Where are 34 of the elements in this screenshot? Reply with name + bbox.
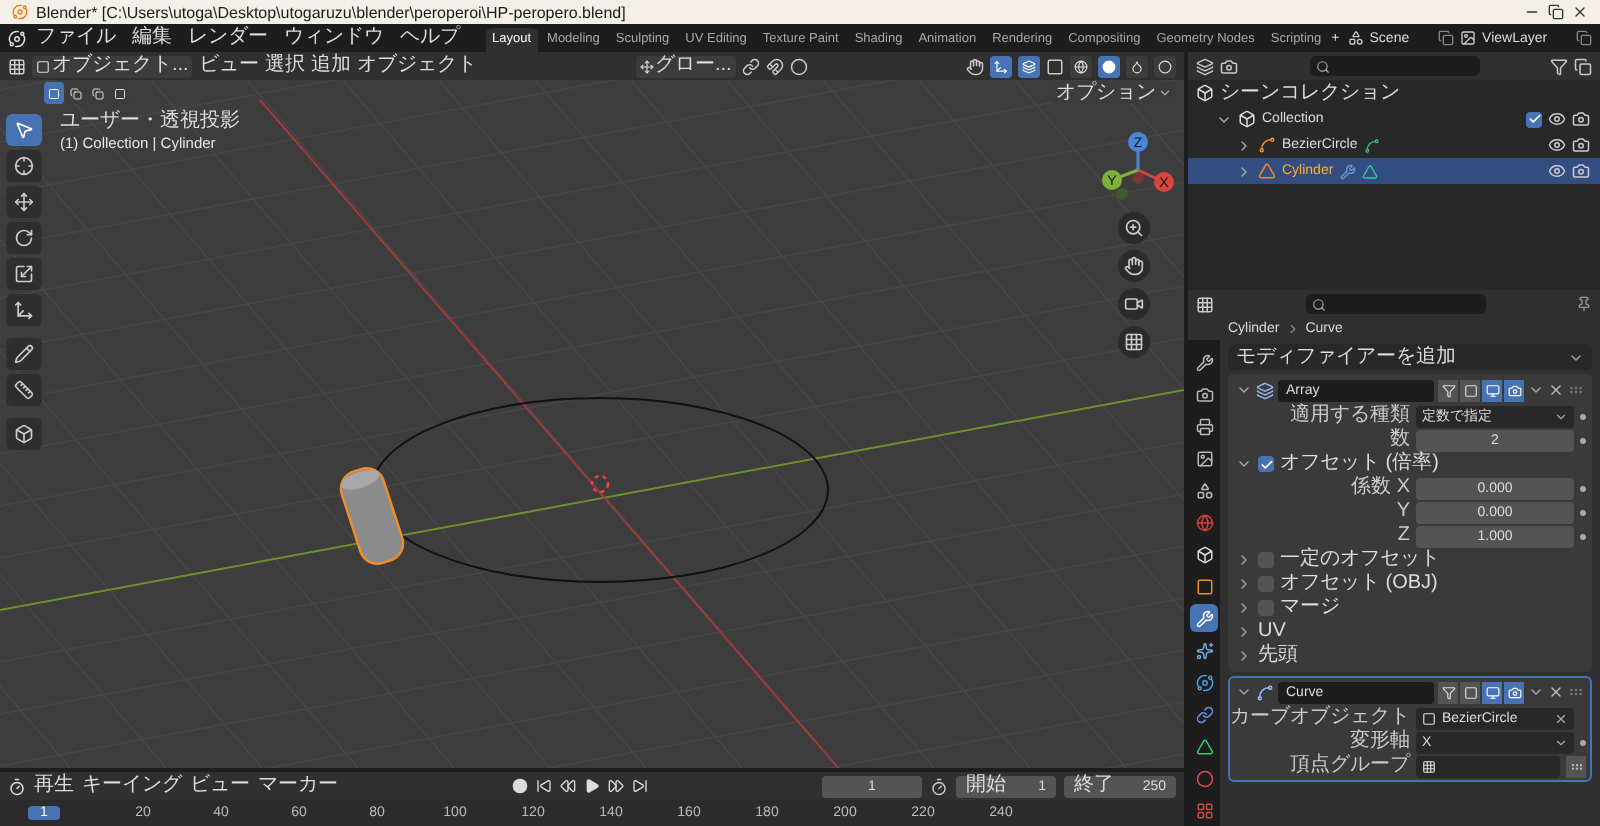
subpanel-title[interactable]: 一定のオフセット: [1280, 548, 1440, 572]
menu-item[interactable]: 追加: [310, 54, 351, 78]
field-label: 頂点グループ: [1288, 754, 1410, 778]
field-label: 数: [1388, 428, 1410, 451]
field-label: 適用する種類: [1288, 404, 1410, 428]
menu-item[interactable]: ウィンドウ: [278, 24, 390, 52]
subpanel-title[interactable]: オフセット (OBJ): [1280, 572, 1438, 596]
menu-item[interactable]: オブジェクト: [356, 54, 477, 78]
menu-item[interactable]: ヘルプ: [394, 24, 466, 52]
menu-item[interactable]: キーイング: [82, 774, 182, 798]
subpanel-title[interactable]: 先頭: [1258, 644, 1298, 668]
menu-item[interactable]: ビュー: [190, 774, 250, 798]
orientation-dropdown[interactable]: グロー...: [635, 55, 736, 77]
subpanel-title[interactable]: オフセット (倍率): [1280, 452, 1439, 476]
subpanel-title[interactable]: UV: [1258, 620, 1286, 644]
field-label: カーブオブジェクト: [1230, 706, 1410, 729]
item-label: シーンコレクション: [1220, 81, 1400, 105]
menu-item[interactable]: 選択: [264, 54, 305, 78]
menu-item[interactable]: 編集: [126, 24, 178, 52]
menu-item[interactable]: レンダー: [182, 24, 274, 52]
add-modifier-dropdown[interactable]: モディファイアーを追加: [1228, 344, 1592, 370]
outliner-row[interactable]: シーンコレクション: [1188, 80, 1600, 106]
field-label: Y: [1394, 500, 1410, 524]
menu-item[interactable]: ファイル: [30, 24, 122, 52]
mode-dropdown[interactable]: オブジェクト...: [32, 55, 193, 77]
field-label: Z: [1395, 524, 1410, 548]
menu-item[interactable]: 再生: [34, 774, 74, 798]
window-title: Blender* [C:\Users\utoga\Desktop\utogaruzu\blender\peroperoi\HP-peropero.blend]: [36, 3, 626, 21]
field-label: 変形軸: [1348, 730, 1410, 753]
menu-item[interactable]: マーカー: [258, 774, 338, 798]
subpanel-title[interactable]: マージ: [1280, 596, 1340, 620]
menu-item[interactable]: ビュー: [198, 54, 259, 78]
field-label: 係数 X: [1349, 476, 1410, 500]
view-name: ユーザー・透視投影: [60, 110, 240, 134]
